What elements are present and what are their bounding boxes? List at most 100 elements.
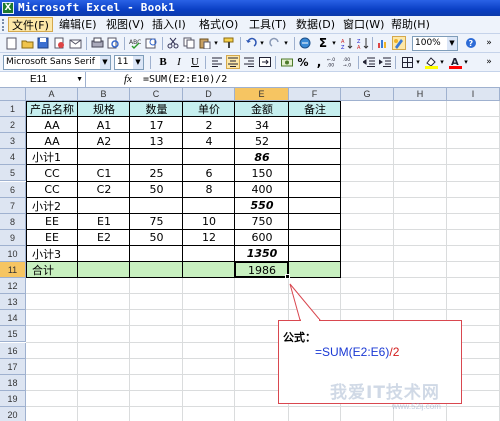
row-header-16[interactable]: 16	[0, 342, 26, 359]
save-icon[interactable]	[36, 36, 50, 50]
column-header-a[interactable]: A	[26, 88, 78, 101]
cell-c11[interactable]	[130, 262, 183, 278]
row-header-1[interactable]: 1	[0, 101, 26, 118]
percent-style-button[interactable]: %	[296, 55, 310, 69]
new-icon[interactable]	[4, 36, 18, 50]
menu-insert[interactable]: 插入(I)	[149, 17, 189, 32]
cell-f9[interactable]	[289, 230, 341, 246]
font-color-dropdown-chevron-icon[interactable]: ▾	[462, 55, 470, 69]
cell-f5[interactable]	[289, 165, 341, 181]
cell-e3[interactable]: 52	[235, 133, 289, 149]
menu-data[interactable]: 数据(D)	[293, 17, 338, 32]
cell-d3[interactable]: 4	[183, 133, 235, 149]
increase-decimal-icon[interactable]: ←.0.00	[326, 55, 340, 69]
cell-a11[interactable]: 合计	[26, 262, 78, 278]
paste-options-chevron-icon[interactable]: ▾	[212, 36, 220, 50]
row-header-11[interactable]: 11	[0, 262, 26, 279]
cell-d9[interactable]: 12	[183, 230, 235, 246]
row-header-18[interactable]: 18	[0, 374, 26, 391]
cell-f6[interactable]	[289, 182, 341, 198]
row-header-13[interactable]: 13	[0, 294, 26, 311]
cell-f10[interactable]	[289, 246, 341, 262]
cell-a7[interactable]: 小计2	[26, 198, 78, 214]
increase-indent-icon[interactable]	[378, 55, 392, 69]
cell-b6[interactable]: C2	[78, 182, 130, 198]
cell-b5[interactable]: C1	[78, 165, 130, 181]
research-icon[interactable]	[144, 36, 158, 50]
bold-button[interactable]: B	[156, 55, 170, 70]
undo-dropdown-chevron-icon[interactable]: ▾	[258, 36, 266, 50]
cell-f8[interactable]	[289, 214, 341, 230]
cell-f11[interactable]	[289, 262, 341, 278]
name-box[interactable]: E11 ▼	[0, 72, 86, 87]
cut-icon[interactable]	[166, 36, 180, 50]
formula-input[interactable]: =SUM(E2:E10)/2	[143, 72, 227, 87]
cell-a3[interactable]: AA	[26, 133, 78, 149]
cell-c4[interactable]	[130, 149, 183, 165]
drawing-icon[interactable]	[392, 36, 406, 50]
cell-b8[interactable]: E1	[78, 214, 130, 230]
column-header-f[interactable]: F	[289, 88, 341, 101]
borders-icon[interactable]	[400, 55, 414, 69]
cell-f2[interactable]	[289, 117, 341, 133]
cell-e6[interactable]: 400	[235, 182, 289, 198]
cell-d4[interactable]	[183, 149, 235, 165]
paste-icon[interactable]	[198, 36, 212, 50]
cell-b2[interactable]: A1	[78, 117, 130, 133]
cell-c10[interactable]	[130, 246, 183, 262]
hyperlink-icon[interactable]	[298, 36, 312, 50]
align-left-icon[interactable]	[210, 55, 224, 69]
column-header-b[interactable]: B	[78, 88, 130, 101]
row-header-19[interactable]: 19	[0, 390, 26, 407]
column-header-g[interactable]: G	[341, 88, 394, 101]
autosum-icon[interactable]: Σ	[316, 36, 330, 50]
cell-d8[interactable]: 10	[183, 214, 235, 230]
cell-e2[interactable]: 34	[235, 117, 289, 133]
column-header-e[interactable]: E	[235, 88, 289, 101]
menu-file[interactable]: 文件(F)	[8, 17, 53, 32]
cell-d6[interactable]: 8	[183, 182, 235, 198]
menu-edit[interactable]: 编辑(E)	[56, 17, 100, 32]
comma-style-button[interactable]: ,	[312, 55, 326, 69]
cell-e5[interactable]: 150	[235, 165, 289, 181]
cell-d11[interactable]	[183, 262, 235, 278]
redo-dropdown-chevron-icon[interactable]: ▾	[282, 36, 290, 50]
column-header-i[interactable]: I	[447, 88, 500, 101]
zoom-select[interactable]: 100% ▼	[412, 36, 458, 51]
permission-icon[interactable]	[52, 36, 66, 50]
font-size-select[interactable]: 11 ▼	[114, 55, 144, 70]
row-header-7[interactable]: 7	[0, 197, 26, 214]
cell-b4[interactable]	[78, 149, 130, 165]
email-icon[interactable]	[68, 36, 82, 50]
cell-b3[interactable]: A2	[78, 133, 130, 149]
name-box-dropdown-chevron-icon[interactable]: ▼	[76, 72, 83, 87]
cell-c6[interactable]: 50	[130, 182, 183, 198]
chart-wizard-icon[interactable]	[376, 36, 390, 50]
font-name-dropdown-chevron-icon[interactable]: ▼	[100, 56, 110, 69]
cell-d1[interactable]: 单价	[183, 101, 235, 117]
menu-window[interactable]: 窗口(W)	[340, 17, 387, 32]
cell-a2[interactable]: AA	[26, 117, 78, 133]
decrease-indent-icon[interactable]	[362, 55, 376, 69]
print-icon[interactable]	[90, 36, 104, 50]
row-header-8[interactable]: 8	[0, 213, 26, 230]
cell-e10[interactable]: 1350	[235, 246, 289, 262]
menu-help[interactable]: 帮助(H)	[388, 17, 433, 32]
excel-app-icon[interactable]: X	[2, 2, 14, 14]
cell-e1[interactable]: 金额	[235, 101, 289, 117]
cell-d5[interactable]: 6	[183, 165, 235, 181]
column-header-d[interactable]: D	[183, 88, 235, 101]
align-center-icon[interactable]	[226, 55, 240, 69]
menu-view[interactable]: 视图(V)	[103, 17, 147, 32]
insert-function-icon[interactable]: fx	[124, 72, 132, 87]
cell-c5[interactable]: 25	[130, 165, 183, 181]
italic-button[interactable]: I	[172, 55, 186, 70]
row-header-12[interactable]: 12	[0, 278, 26, 295]
cell-b1[interactable]: 规格	[78, 101, 130, 117]
row-header-5[interactable]: 5	[0, 165, 26, 182]
font-size-dropdown-chevron-icon[interactable]: ▼	[133, 56, 143, 69]
column-header-h[interactable]: H	[394, 88, 447, 101]
cell-d2[interactable]: 2	[183, 117, 235, 133]
toolbar-options-chevron-icon[interactable]: »	[482, 36, 496, 50]
cell-b9[interactable]: E2	[78, 230, 130, 246]
